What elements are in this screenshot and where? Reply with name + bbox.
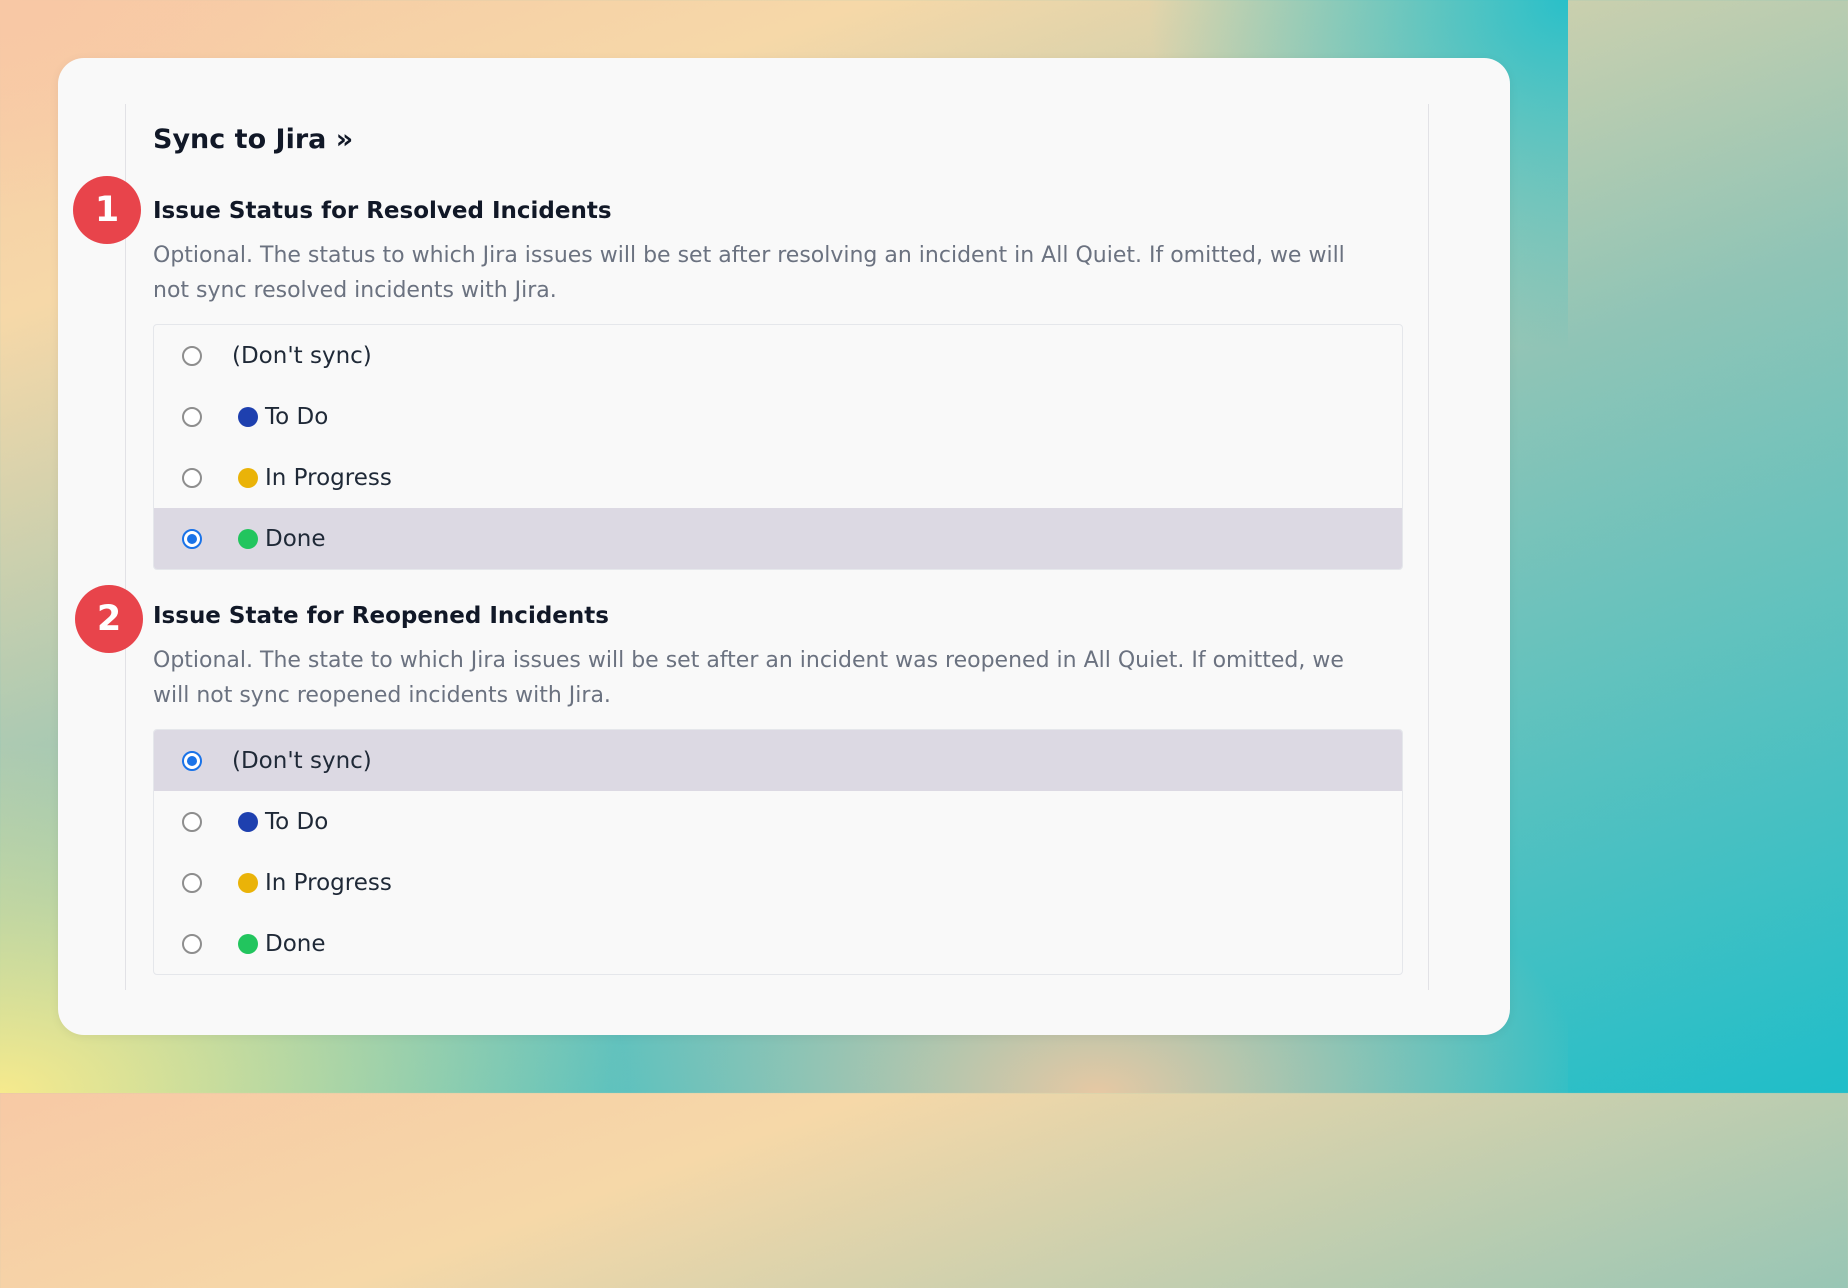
reopened-state-section: Issue State for Reopened Incidents Optio… [153, 599, 1403, 975]
option-label: (Don't sync) [232, 342, 372, 369]
option-label: In Progress [265, 464, 392, 491]
status-dot-icon [238, 872, 258, 893]
radio-button[interactable] [182, 406, 202, 427]
radio-button[interactable] [182, 872, 202, 893]
option-done[interactable]: Done [154, 913, 1402, 974]
section-heading: Issue State for Reopened Incidents [153, 603, 609, 629]
option-in-progress[interactable]: In Progress [154, 852, 1402, 913]
resolved-status-options: (Don't sync) To Do In Progress Done [153, 324, 1403, 570]
status-dot-icon [238, 528, 258, 549]
step-badge-2: 2 [75, 585, 143, 653]
status-dot-icon [238, 406, 258, 427]
radio-button[interactable] [182, 345, 202, 366]
right-guide-line [1428, 104, 1429, 990]
option-dont-sync[interactable]: (Don't sync) [154, 730, 1402, 791]
radio-button[interactable] [182, 467, 202, 488]
radio-button-selected[interactable] [182, 528, 202, 549]
status-dot-icon [238, 933, 258, 954]
radio-button[interactable] [182, 933, 202, 954]
option-dont-sync[interactable]: (Don't sync) [154, 325, 1402, 386]
option-label: To Do [265, 808, 329, 835]
option-label: To Do [265, 403, 329, 430]
option-label: In Progress [265, 869, 392, 896]
status-dot-icon [238, 811, 258, 832]
option-label: (Don't sync) [232, 747, 372, 774]
step-badge-1: 1 [73, 176, 141, 244]
option-in-progress[interactable]: In Progress [154, 447, 1402, 508]
resolved-status-section: Issue Status for Resolved Incidents Opti… [153, 194, 1403, 570]
settings-card: Sync to Jira » Issue Status for Resolved… [58, 58, 1510, 1035]
section-heading: Issue Status for Resolved Incidents [153, 198, 612, 224]
option-done[interactable]: Done [154, 508, 1402, 569]
option-label: Done [265, 930, 326, 957]
page-title[interactable]: Sync to Jira » [153, 124, 353, 155]
option-to-do[interactable]: To Do [154, 386, 1402, 447]
status-dot-icon [238, 467, 258, 488]
option-label: Done [265, 525, 326, 552]
section-description: Optional. The status to which Jira issue… [153, 243, 1345, 303]
option-to-do[interactable]: To Do [154, 791, 1402, 852]
section-description: Optional. The state to which Jira issues… [153, 648, 1344, 708]
reopened-state-options: (Don't sync) To Do In Progress Done [153, 729, 1403, 975]
radio-button[interactable] [182, 811, 202, 832]
radio-button-selected[interactable] [182, 750, 202, 771]
